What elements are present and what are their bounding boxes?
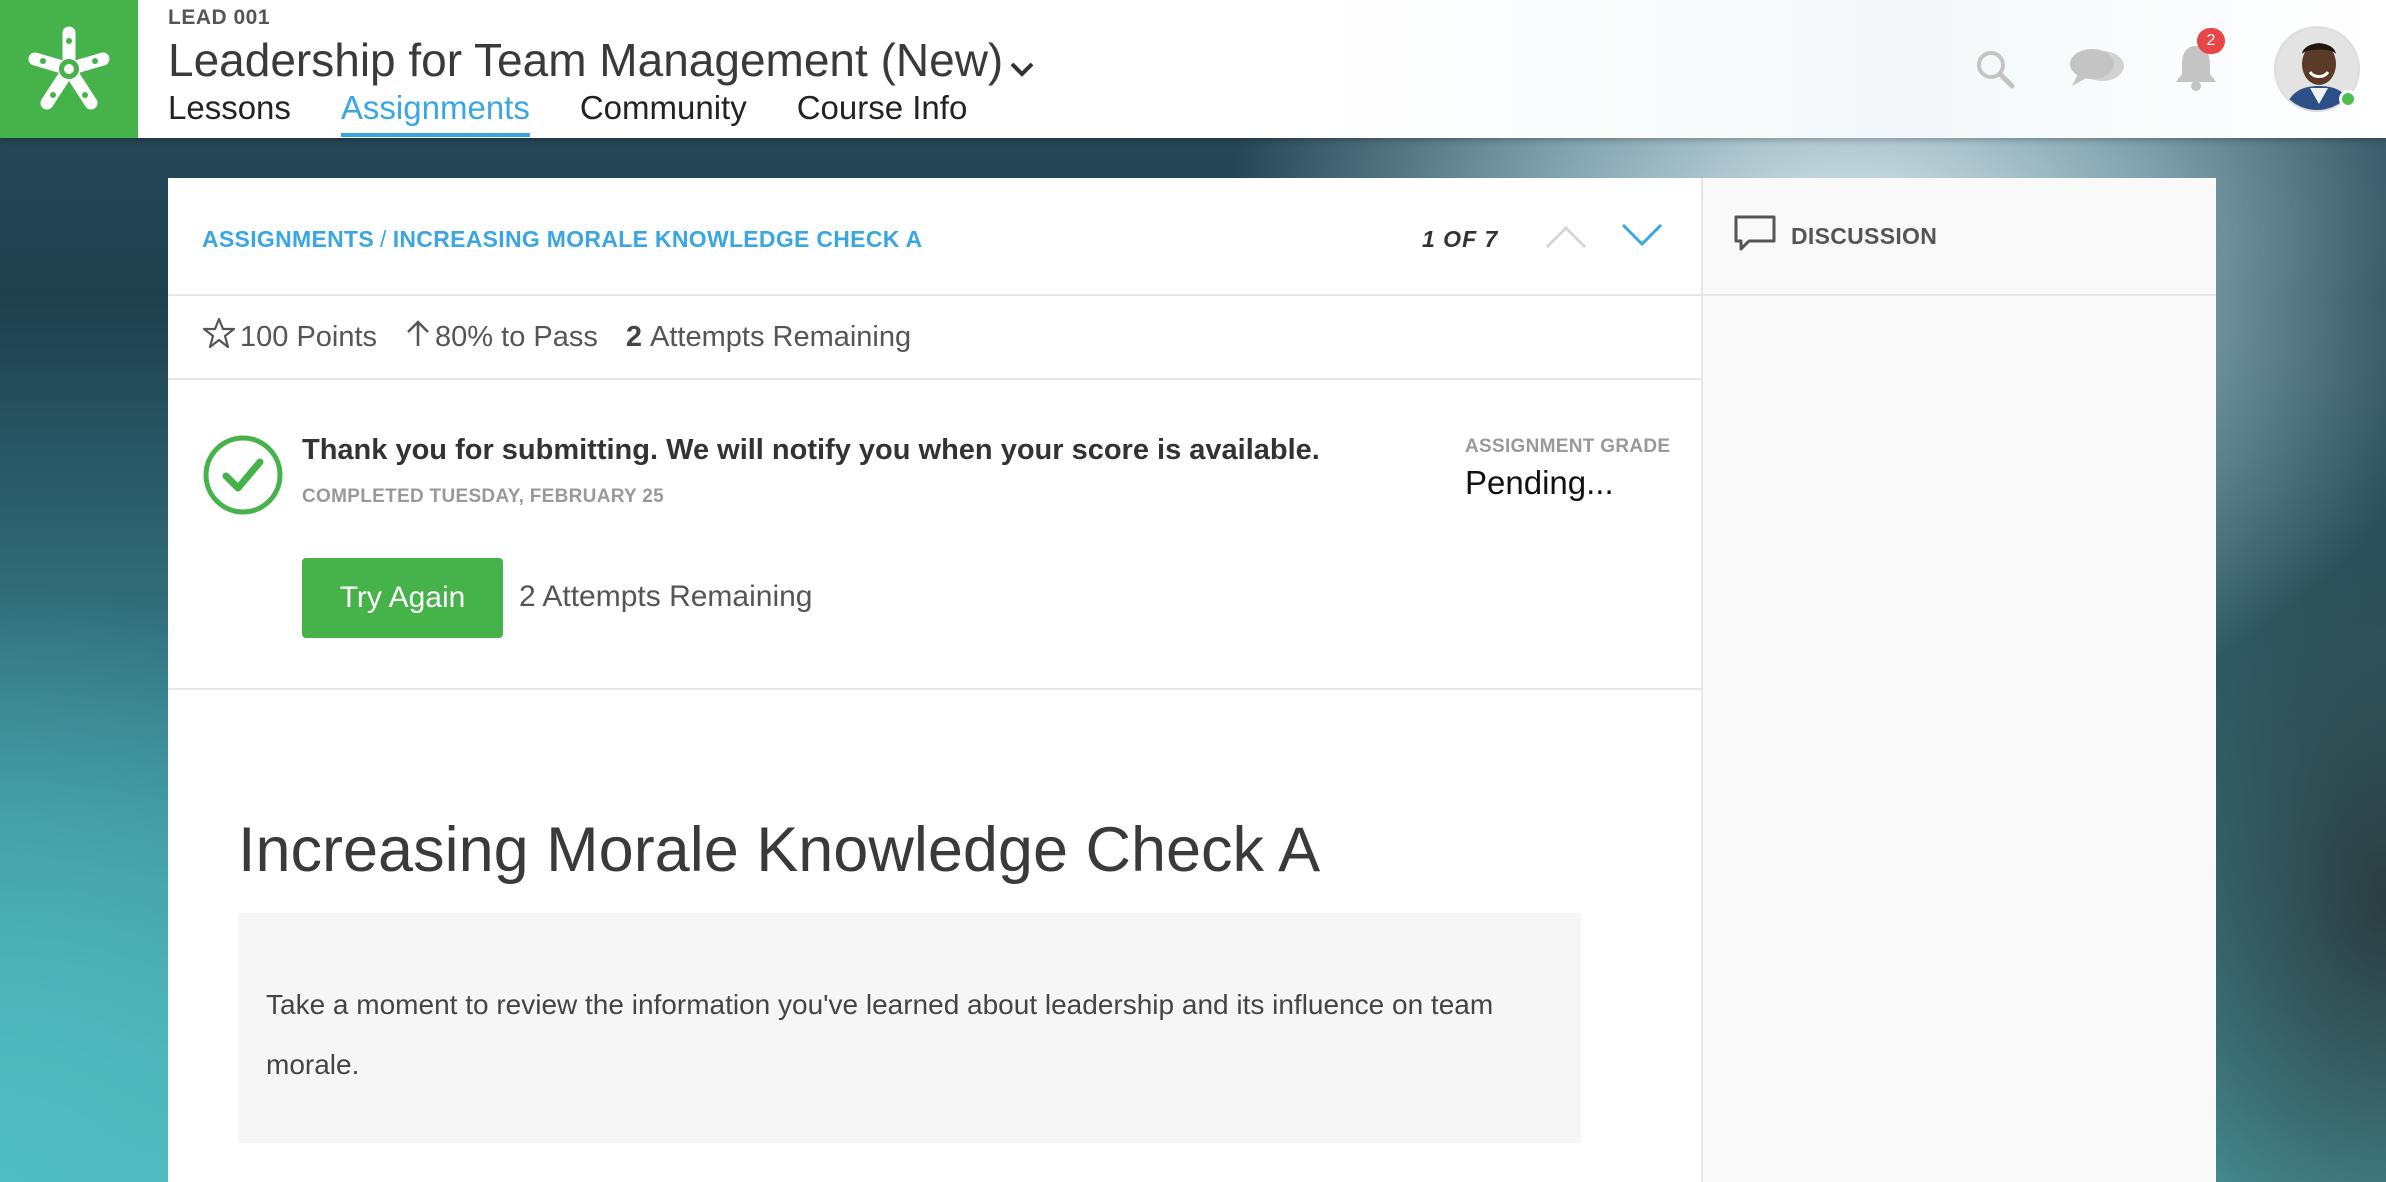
submission-result: Thank you for submitting. We will notify… <box>168 380 1701 690</box>
course-code: LEAD 001 <box>168 6 271 29</box>
arrow-up-icon <box>405 318 435 356</box>
breadcrumb-current: INCREASING MORALE KNOWLEDGE CHECK A <box>392 226 923 252</box>
top-bar: LEAD 001 Leadership for Team Management … <box>0 0 2386 138</box>
discussion-label: DISCUSSION <box>1791 222 1938 249</box>
star-icon <box>202 316 240 358</box>
page-title: Increasing Morale Knowledge Check A <box>238 815 1321 885</box>
points-value: 100 Points <box>240 320 378 353</box>
notification-badge: 2 <box>2197 28 2225 54</box>
tab-assignments[interactable]: Assignments <box>340 88 530 137</box>
assignment-card: ASSIGNMENTS / INCREASING MORALE KNOWLEDGE … <box>168 178 1701 1182</box>
completed-date: COMPLETED TUESDAY, FEBRUARY 25 <box>302 486 664 507</box>
submission-message: Thank you for submitting. We will notify… <box>302 434 1320 466</box>
chat-icon[interactable] <box>2068 46 2126 95</box>
grade-label: ASSIGNMENT GRADE <box>1465 436 1671 457</box>
course-title-dropdown[interactable]: Leadership for Team Management (New) <box>168 30 1035 90</box>
check-circle-icon <box>202 434 284 521</box>
attempts-count: 2 <box>625 320 643 353</box>
logo-icon[interactable] <box>0 0 138 138</box>
next-assignment-button[interactable] <box>1620 222 1664 255</box>
online-status-indicator <box>2339 90 2357 108</box>
breadcrumb: ASSIGNMENTS / INCREASING MORALE KNOWLEDGE … <box>202 226 922 253</box>
previous-assignment-button[interactable] <box>1544 222 1588 255</box>
attempts-stat: 2 Attempts Remaining <box>626 321 911 354</box>
breadcrumb-assignments-link[interactable]: ASSIGNMENTS <box>202 226 374 252</box>
pass-stat: 80% to Pass <box>405 318 598 356</box>
breadcrumb-separator: / <box>379 226 387 252</box>
discussion-icon <box>1733 214 1777 258</box>
instructions-box: Take a moment to review the information … <box>238 913 1581 1143</box>
discussion-toggle[interactable]: DISCUSSION <box>1703 178 2216 296</box>
tab-community[interactable]: Community <box>580 88 747 137</box>
tab-lessons[interactable]: Lessons <box>168 88 291 137</box>
instructions-text: Take a moment to review the information … <box>266 989 1494 1080</box>
chevron-down-icon <box>1009 36 1035 90</box>
course-nav: Lessons Assignments Community Course Inf… <box>168 88 967 137</box>
grade-value: Pending... <box>1465 464 1614 501</box>
discussion-panel: DISCUSSION <box>1701 178 2216 1182</box>
try-again-button[interactable]: Try Again <box>302 558 503 638</box>
attempts-label: Attempts Remaining <box>650 320 912 353</box>
attempts-remaining-note: 2 Attempts Remaining <box>519 580 813 613</box>
points-stat: 100 Points <box>202 316 377 358</box>
pass-value: 80% to Pass <box>435 320 598 353</box>
tab-course-info[interactable]: Course Info <box>797 88 968 137</box>
assignment-stats: 100 Points 80% to Pass 2 Attempts Remain… <box>168 296 1701 380</box>
course-title: Leadership for Team Management (New) <box>168 34 1004 86</box>
pager-count: 1 OF 7 <box>1422 226 1499 252</box>
assignment-header: ASSIGNMENTS / INCREASING MORALE KNOWLEDGE … <box>168 178 1701 296</box>
search-icon[interactable] <box>1974 48 2016 95</box>
